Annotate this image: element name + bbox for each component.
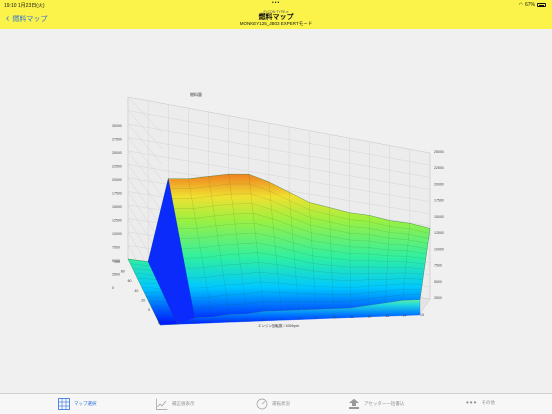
z-tick-label: 2500 (434, 296, 442, 300)
z-tick-label: 25000 (112, 151, 122, 155)
z-tick-label: 20000 (112, 178, 122, 182)
z-axis-right-ticks: 2500 5000 7500 10000 12500 15000 17500 20000 225… (434, 150, 444, 300)
z-tick-label: 25000 (434, 150, 444, 154)
y-tick-label: 0 (148, 308, 150, 312)
x-tick-label: 13 (385, 314, 389, 318)
x-tick-label: 0 (158, 321, 160, 325)
z-tick-label: 22500 (112, 165, 122, 169)
x-tick-label: 7 (280, 317, 282, 321)
y-tick-label: 100 (114, 260, 120, 264)
z-axis-left-ticks: 0250050007500100001250015000175002000022… (112, 124, 122, 290)
z-tick-label: 7500 (112, 246, 120, 250)
z-tick-label: 17500 (434, 199, 444, 203)
y-tick-label: 80 (121, 270, 125, 274)
tab-label: 補正値表示 (172, 401, 195, 406)
y-tick-label: 20 (141, 298, 145, 302)
x-tick-label: 9 (315, 316, 317, 320)
status-bar: 19:10 1月23日(火) ••• ◠ 67% (0, 0, 552, 9)
z-tick-label: 20000 (434, 182, 444, 186)
z-tick-label: 22500 (434, 166, 444, 170)
model-label: MONKEY125_JB03 EXPERTモード (239, 21, 313, 26)
graph-icon (156, 398, 168, 410)
x-tick-label: 11 (350, 315, 354, 319)
x-tick-label: 2 (193, 320, 195, 324)
x-tick-label: 12 (368, 315, 372, 319)
status-right: ◠ 67% (519, 2, 546, 8)
z-tick-label: 2500 (112, 273, 120, 277)
page-title: 燃料マップ (258, 14, 294, 21)
x-tick-label: 6 (263, 318, 265, 322)
status-time: 19:10 1月23日(火) (4, 3, 45, 9)
x-axis-label: エンジン回転数 / 1000rpm (258, 323, 299, 328)
z-tick-label: 27500 (112, 138, 122, 142)
x-tick-label: 3 (210, 319, 212, 323)
z-tick-label: 10000 (434, 247, 444, 251)
tab-asetter-write[interactable]: アセッター一括書込 (348, 398, 404, 410)
upload-icon (349, 398, 359, 409)
battery-percent: 67% (524, 2, 535, 8)
z-tick-label: 0 (112, 286, 114, 290)
more-icon: ••• (466, 398, 478, 407)
y-tick-label: 60 (128, 279, 132, 283)
x-tick-label: 1 (175, 320, 177, 324)
multitask-dots[interactable]: ••• (272, 0, 280, 6)
y-tick-label: 40 (134, 289, 138, 293)
tab-correction[interactable]: 補正値表示 (156, 398, 195, 410)
z-tick-label: 17500 (112, 192, 122, 196)
z-tick-label: 12500 (112, 219, 122, 223)
z-tick-label: 5000 (434, 280, 442, 284)
tab-label: アセッター一括書込 (364, 401, 405, 406)
tab-label: マップ選択 (74, 401, 97, 406)
tab-other[interactable]: ••• その他 (466, 398, 495, 407)
z-tick-label: 15000 (112, 205, 122, 209)
battery-icon (537, 3, 546, 7)
nav-title-block: FI CON TYPE-e 燃料マップ MONKEY125_JB03 EXPER… (0, 10, 552, 27)
x-tick-label: 5 (245, 318, 247, 322)
x-tick-label: 15 (420, 313, 424, 317)
tab-map-select[interactable]: マップ選択 (58, 398, 97, 410)
chart-title: 燃料量 (190, 91, 202, 97)
tab-label: 運転状況 (272, 401, 290, 406)
tab-bar: マップ選択 補正値表示 運転状況 アセッター一括書込 ••• その他 (0, 393, 552, 414)
z-tick-label: 30000 (112, 124, 122, 128)
tab-driving-status[interactable]: 運転状況 (256, 398, 290, 410)
z-tick-label: 7500 (434, 264, 442, 268)
gauge-icon (256, 398, 268, 410)
x-tick-label: 10 (333, 316, 337, 320)
x-tick-label: 8 (298, 317, 300, 321)
tab-label: その他 (481, 399, 495, 405)
wifi-icon: ◠ (518, 2, 523, 8)
chart-area[interactable]: 燃料量 0 2500 5000 7500 10000 12500 15000 17500 200… (0, 29, 552, 393)
z-tick-label: 12500 (434, 231, 444, 235)
z-tick-label: 10000 (112, 232, 122, 236)
fuel-map-3d-chart[interactable]: 燃料量 025005000750010000125001500017500200… (0, 29, 552, 393)
z-tick-label: 15000 (434, 215, 444, 219)
grid-icon (58, 398, 70, 410)
navigation-bar: ‹ 燃料マップ FI CON TYPE-e 燃料マップ MONKEY125_JB… (0, 9, 552, 29)
x-tick-label: 4 (228, 319, 230, 323)
x-tick-label: 14 (403, 314, 407, 318)
